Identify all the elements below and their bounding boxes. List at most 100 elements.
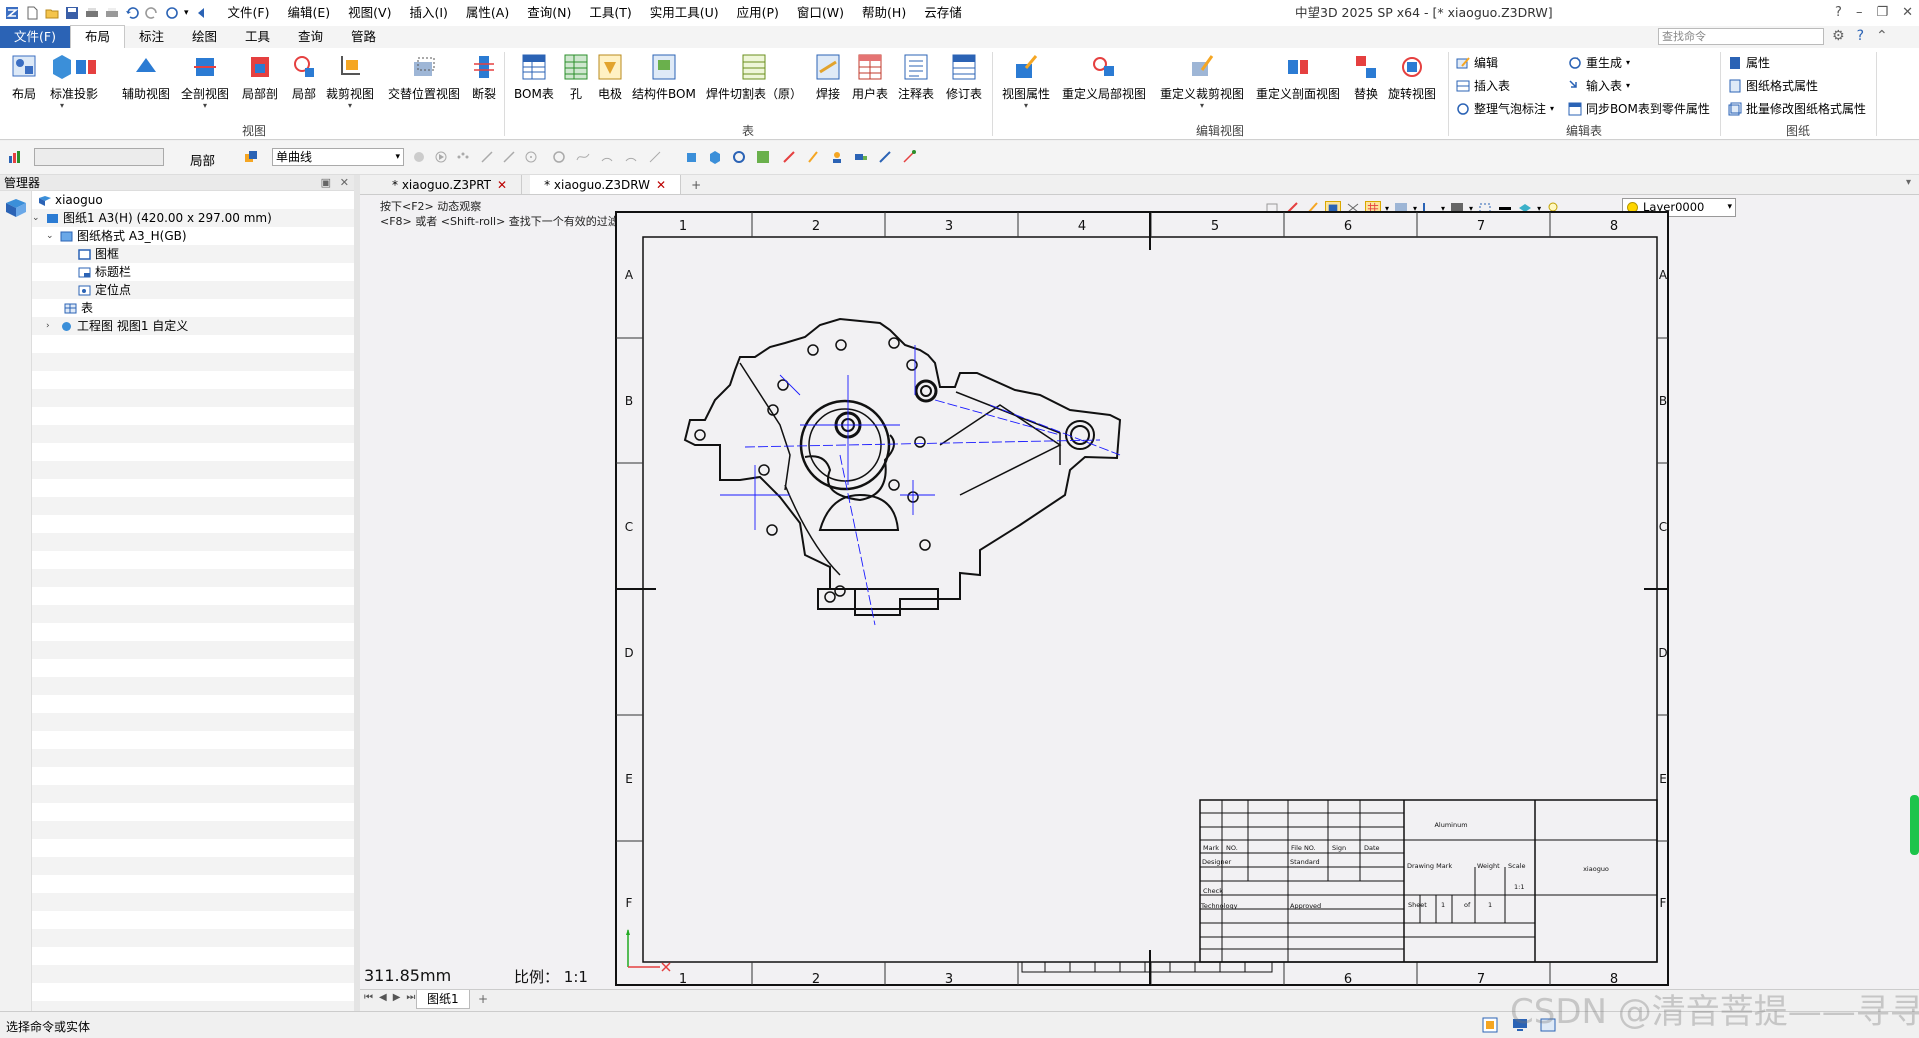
menu-help[interactable]: 帮助(H) (853, 0, 915, 26)
menu-apps[interactable]: 应用(P) (728, 0, 788, 26)
sheet-tab-1[interactable]: 图纸1 (416, 990, 470, 1009)
sheet-nav-arrows[interactable]: ⏮◀▶⏭ (364, 992, 421, 1003)
menu-utilities[interactable]: 实用工具(U) (641, 0, 728, 26)
tab-layout[interactable]: 布局 (69, 25, 125, 48)
redefine-section-button[interactable]: 重定义剖面视图 (1256, 52, 1340, 102)
sketch-mode-icon[interactable] (1482, 1017, 1498, 1033)
arrange-balloons-button[interactable]: 整理气泡标注 ▾ (1456, 100, 1554, 117)
sheet-format-properties-button[interactable]: 图纸格式属性 (1728, 77, 1818, 94)
batch-sheet-format-button[interactable]: 批量修改图纸格式属性 (1728, 100, 1866, 117)
regen-icon[interactable] (164, 5, 180, 21)
command-search-input[interactable]: 查找命令 (1658, 28, 1824, 45)
close-icon[interactable]: ✕ (340, 175, 349, 191)
new-tab-icon[interactable]: + (681, 175, 711, 194)
expand-icon[interactable]: › (46, 317, 56, 335)
print-icon[interactable] (84, 5, 100, 21)
undo-icon[interactable] (124, 5, 140, 21)
print-preview-icon[interactable] (104, 5, 120, 21)
import-table-button[interactable]: 输入表 ▾ (1568, 77, 1630, 94)
revision-table-button[interactable]: 修订表 (946, 52, 982, 102)
tab-draw[interactable]: 绘图 (178, 26, 231, 48)
help-icon[interactable]: ? (1835, 0, 1842, 26)
brush-icon[interactable] (806, 150, 820, 164)
detail-view-button[interactable]: 局部 (290, 52, 318, 102)
tab-part-document[interactable]: * xiaoguo.Z3PRT ✕ (378, 175, 523, 194)
edit-table-button[interactable]: 编辑 (1456, 54, 1498, 71)
tree-node-anchor[interactable]: 定位点 (78, 281, 131, 299)
spline-icon[interactable] (576, 150, 590, 164)
loop-icon[interactable] (732, 150, 746, 164)
slash-icon[interactable] (648, 150, 662, 164)
close-tab-icon[interactable]: ✕ (497, 178, 507, 192)
drawing-manager-icon[interactable] (4, 197, 28, 219)
tab-annotate[interactable]: 标注 (125, 26, 178, 48)
shell-icon[interactable] (756, 150, 770, 164)
add-sheet-icon[interactable]: + (478, 990, 488, 1009)
points-icon[interactable] (456, 150, 470, 164)
play-icon[interactable] (434, 150, 448, 164)
pick-filter-icon[interactable] (244, 150, 258, 164)
weld-table-button[interactable]: 焊接 (814, 52, 842, 102)
collapse-icon[interactable]: ⌄ (46, 227, 56, 245)
collapse-icon[interactable]: ⌄ (32, 209, 42, 227)
tree-node-sheet-format[interactable]: ⌄ 图纸格式 A3_H(GB) (46, 227, 187, 245)
face-icon[interactable] (686, 150, 700, 164)
crop-view-button[interactable]: 裁剪视图 ▾ (326, 52, 374, 110)
menu-insert[interactable]: 插入(I) (400, 0, 456, 26)
redo-icon[interactable] (144, 5, 160, 21)
tree-node-frame[interactable]: 图框 (78, 245, 119, 263)
filter-scope-label[interactable]: 局部 (190, 150, 215, 169)
tab-tools[interactable]: 工具 (231, 26, 284, 48)
menu-edit[interactable]: 编辑(E) (278, 0, 339, 26)
minimize-icon[interactable]: – (1856, 0, 1863, 26)
arrow-tool-icon[interactable] (878, 150, 892, 164)
solid-icon[interactable] (708, 150, 722, 164)
tab-file[interactable]: 文件(F) (0, 26, 70, 48)
filter-combo[interactable] (34, 148, 164, 166)
close-icon[interactable]: ✕ (1902, 0, 1913, 26)
tab-piping[interactable]: 管路 (337, 26, 390, 48)
settings-gear-icon[interactable]: ⚙ (1832, 28, 1845, 44)
redefine-detail-button[interactable]: 重定义局部视图 (1062, 52, 1146, 102)
snap-icon[interactable] (412, 150, 426, 164)
tree-node-title-block[interactable]: 标题栏 (78, 263, 131, 281)
new-file-icon[interactable] (24, 5, 40, 21)
break-view-button[interactable]: 断裂 (470, 52, 498, 102)
filter-icon[interactable] (8, 150, 22, 164)
sheet-properties-button[interactable]: 属性 (1728, 54, 1770, 71)
menu-query[interactable]: 查询(N) (518, 0, 580, 26)
curve-type-select[interactable]: 单曲线 ▾ (272, 148, 404, 166)
auxiliary-view-button[interactable]: 辅助视图 (122, 52, 170, 102)
measure-icon[interactable] (902, 150, 916, 164)
structure-bom-button[interactable]: 结构件BOM (632, 52, 696, 102)
pen-icon[interactable] (782, 150, 796, 164)
open-folder-icon[interactable] (44, 5, 60, 21)
close-tab-icon[interactable]: ✕ (656, 178, 666, 192)
hole-table-button[interactable]: 孔 (562, 52, 590, 102)
alternate-position-button[interactable]: 交替位置视图 (388, 52, 460, 102)
circle-icon[interactable] (552, 150, 566, 164)
regenerate-button[interactable]: 重生成 ▾ (1568, 54, 1630, 71)
line-icon[interactable] (480, 150, 494, 164)
menu-tools[interactable]: 工具(T) (580, 0, 640, 26)
replace-button[interactable]: 替换 (1352, 52, 1380, 102)
user-icon[interactable] (830, 150, 844, 164)
view-properties-button[interactable]: 视图属性 ▾ (1002, 52, 1050, 110)
tree-node-sheet[interactable]: ⌄ 图纸1 A3(H) (420.00 x 297.00 mm) (32, 209, 272, 227)
tree-node-root[interactable]: xiaoguo (38, 191, 103, 209)
help-circle-icon[interactable]: ? (1857, 28, 1864, 44)
pin-icon[interactable]: ▣ (321, 175, 331, 191)
truck-icon[interactable] (854, 150, 868, 164)
menu-window[interactable]: 窗口(W) (788, 0, 853, 26)
layout-button[interactable]: 布局 (10, 52, 38, 102)
arc-icon[interactable] (600, 150, 614, 164)
electrode-table-button[interactable]: 电极 (596, 52, 624, 102)
menu-attribute[interactable]: 属性(A) (457, 0, 518, 26)
tab-list-icon[interactable]: ▾ (1906, 177, 1911, 188)
redefine-crop-button[interactable]: 重定义裁剪视图 ▾ (1160, 52, 1244, 110)
tree-node-table[interactable]: 表 (64, 299, 93, 317)
notes-table-button[interactable]: 注释表 (898, 52, 934, 102)
back-arrow-icon[interactable] (193, 5, 209, 21)
qa-dropdown-icon[interactable]: ▾ (184, 8, 189, 18)
line2-icon[interactable] (502, 150, 516, 164)
